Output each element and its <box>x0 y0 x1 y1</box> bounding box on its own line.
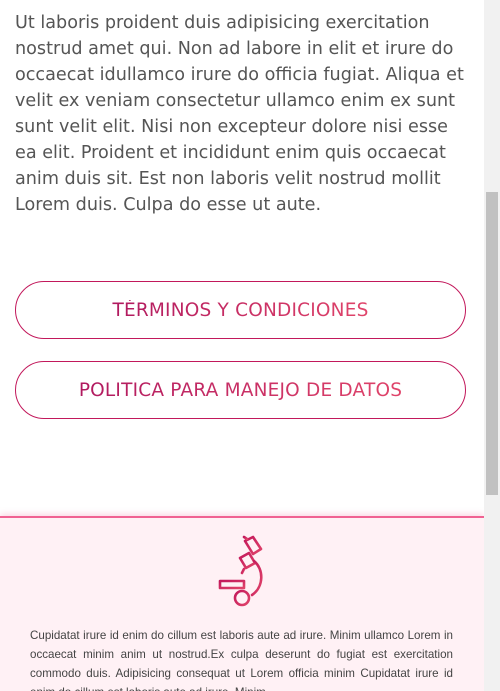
intro-paragraph: Ut laboris proident duis adipisicing exe… <box>15 13 464 215</box>
terms-and-conditions-label: TÉRMINOS Y CONDICIONES <box>112 299 369 321</box>
footer-text: Cupidatat irure id enim do cillum est la… <box>30 629 453 691</box>
vertical-scrollbar[interactable] <box>484 0 500 691</box>
terms-and-conditions-button[interactable]: TÉRMINOS Y CONDICIONES <box>15 281 466 339</box>
microscope-icon <box>217 535 267 608</box>
data-policy-button[interactable]: POLITICA PARA MANEJO DE DATOS <box>15 361 466 419</box>
page-viewport: Ut laboris proident duis adipisicing exe… <box>0 0 500 691</box>
footer-section: Cupidatat irure id enim do cillum est la… <box>0 516 484 691</box>
scrollbar-thumb[interactable] <box>486 192 498 495</box>
page-content: Ut laboris proident duis adipisicing exe… <box>0 0 484 691</box>
data-policy-label: POLITICA PARA MANEJO DE DATOS <box>78 379 403 401</box>
